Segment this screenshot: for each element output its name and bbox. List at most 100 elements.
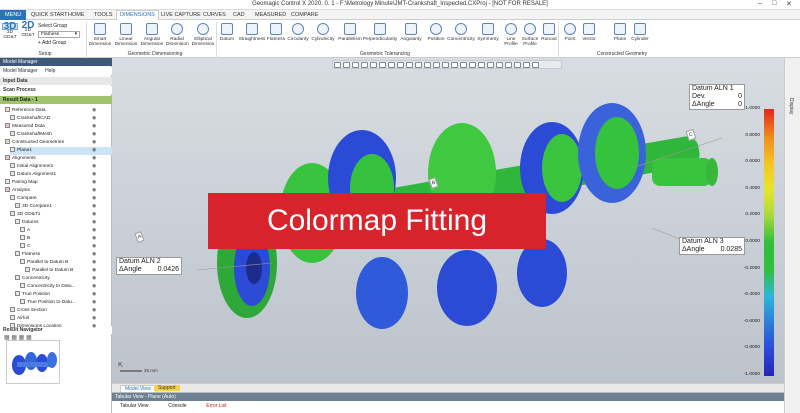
surface-profile-button[interactable]: Surface Profile (520, 23, 540, 47)
tree-item[interactable]: 3D Compare1 (15, 203, 52, 211)
result-data-section[interactable]: Result Data - 1 (0, 96, 112, 104)
tree-item[interactable]: Analysis (5, 187, 30, 195)
tree-item[interactable]: C (20, 243, 30, 251)
visibility-eye-icon[interactable]: ◉ (92, 299, 96, 305)
tree-item[interactable]: Constructed Geometries (5, 139, 64, 147)
minimize-icon[interactable]: – (758, 0, 762, 7)
runout-button[interactable]: Runout (540, 23, 558, 42)
datum-aln-2-callout[interactable]: Datum ALN 2 ΔAngle 0.0426 (116, 257, 182, 275)
visibility-eye-icon[interactable]: ◉ (92, 211, 96, 217)
tree-item[interactable]: Compare (10, 195, 37, 203)
plane-button[interactable]: Plane (612, 23, 628, 42)
tree-item[interactable]: Dimensions Location (10, 323, 62, 331)
angularity-button[interactable]: Angularity (398, 23, 424, 42)
tab-curves[interactable]: CURVES (200, 11, 229, 19)
concentricity-button[interactable]: Concentricity (446, 23, 476, 42)
tree-item[interactable]: Flatness (15, 251, 40, 259)
tab-console[interactable]: Console (164, 402, 190, 410)
visibility-eye-icon[interactable]: ◉ (92, 267, 96, 273)
linear-dimension-button[interactable]: Linear Dimension (114, 23, 138, 47)
cylinder-button[interactable]: Cylinder (630, 23, 650, 42)
tree-item[interactable]: 3D GD&T1 (10, 211, 40, 219)
visibility-eye-icon[interactable]: ◉ (92, 187, 96, 193)
tab-measured[interactable]: MEASURED (252, 11, 289, 19)
result-thumbnail[interactable] (6, 340, 60, 384)
visibility-eye-icon[interactable]: ◉ (92, 163, 96, 169)
visibility-eye-icon[interactable]: ◉ (92, 171, 96, 177)
visibility-eye-icon[interactable]: ◉ (92, 283, 96, 289)
smart-dimension-button[interactable]: Smart Dimension (88, 23, 112, 47)
tab-tools[interactable]: TOOLS (91, 11, 116, 19)
tab-home[interactable]: HOME (65, 11, 88, 19)
2d-gdt-button[interactable]: 2D 2D GD&T (20, 21, 36, 39)
vector-button[interactable]: Vector (580, 23, 598, 42)
tree-item[interactable]: A (20, 227, 30, 235)
display-panel-strip[interactable]: Display (784, 58, 800, 413)
visibility-eye-icon[interactable]: ◉ (92, 227, 96, 233)
close-icon[interactable]: ✕ (786, 0, 792, 8)
tab-compare[interactable]: COMPARE (288, 11, 321, 19)
visibility-eye-icon[interactable]: ◉ (92, 203, 96, 209)
symmetry-button[interactable]: Symmetry (476, 23, 500, 42)
visibility-eye-icon[interactable]: ◉ (92, 155, 96, 161)
tree-item[interactable]: Initial Alignment1 (10, 163, 53, 171)
tree-item[interactable]: Airfoil (10, 315, 29, 323)
scan-process-section[interactable]: Scan Process (0, 86, 112, 94)
cylindricity-button[interactable]: Cylindricity (310, 23, 336, 42)
input-data-section[interactable]: Input Data (0, 77, 112, 85)
tab-cad[interactable]: CAD (230, 11, 248, 19)
visibility-eye-icon[interactable]: ◉ (92, 315, 96, 321)
parallelism-button[interactable]: Parallelism (338, 23, 362, 42)
tree-item[interactable]: Plane1 (10, 147, 120, 155)
tree-item[interactable]: Parallel to Datum B (25, 267, 73, 275)
tree-item[interactable]: Datum Alignment1 (10, 171, 56, 179)
tree-item[interactable]: Reference Data (5, 107, 46, 115)
tree-item[interactable]: Parallel to Datum B (20, 259, 68, 267)
visibility-eye-icon[interactable]: ◉ (92, 219, 96, 225)
tab-live-capture[interactable]: LIVE CAPTURE (158, 11, 204, 19)
radial-dimension-button[interactable]: Radial Dimension (166, 23, 189, 47)
line-profile-button[interactable]: Line Profile (502, 23, 520, 47)
tree-item[interactable]: CrankshaftMesh (10, 131, 52, 139)
tree-item[interactable]: Concentricity to Datu... (20, 283, 76, 291)
tab-support[interactable]: Support (154, 385, 180, 391)
tree-item[interactable]: Datums (15, 219, 39, 227)
visibility-eye-icon[interactable]: ◉ (92, 115, 96, 121)
datum-button[interactable]: Datum (218, 23, 236, 42)
point-button[interactable]: Point (562, 23, 578, 42)
visibility-eye-icon[interactable]: ◉ (92, 235, 96, 241)
visibility-eye-icon[interactable]: ◉ (92, 147, 96, 153)
circularity-button[interactable]: Circularity (286, 23, 310, 42)
visibility-eye-icon[interactable]: ◉ (92, 131, 96, 137)
tree-item[interactable]: Cross Section (10, 307, 47, 315)
tree-item[interactable]: B (20, 235, 30, 243)
tree-item[interactable]: Concentricity (15, 275, 50, 283)
tree-item[interactable]: Alignments (5, 155, 36, 163)
help-tab[interactable]: Help (45, 68, 55, 74)
visibility-eye-icon[interactable]: ◉ (92, 179, 96, 185)
tree-item[interactable]: CrankshaftCAD (10, 115, 50, 123)
visibility-eye-icon[interactable]: ◉ (92, 251, 96, 257)
model-manager-tab[interactable]: Model Manager (3, 68, 38, 74)
tree-item[interactable]: Pairing Map (5, 179, 38, 187)
visibility-eye-icon[interactable]: ◉ (92, 107, 96, 113)
tab-tabular-view[interactable]: Tabular View (116, 402, 153, 410)
tree-item[interactable]: True Position (15, 291, 50, 299)
visibility-eye-icon[interactable]: ◉ (92, 259, 96, 265)
maximize-icon[interactable]: □ (772, 0, 776, 7)
visibility-eye-icon[interactable]: ◉ (92, 139, 96, 145)
visibility-eye-icon[interactable]: ◉ (92, 307, 96, 313)
tab-error-list[interactable]: Error List (202, 402, 230, 410)
visibility-eye-icon[interactable]: ◉ (92, 291, 96, 297)
visibility-eye-icon[interactable]: ◉ (92, 323, 96, 329)
visibility-eye-icon[interactable]: ◉ (92, 123, 96, 129)
add-group-button[interactable]: + Add Group (38, 40, 66, 46)
elliptical-dimension-button[interactable]: Elliptical Dimension (190, 23, 216, 47)
display-tab[interactable]: Display (788, 98, 794, 114)
colormap-legend[interactable] (764, 109, 774, 376)
perpendicularity-button[interactable]: Perpendicularity (362, 23, 398, 42)
tree-item[interactable]: True Position to Datu... (20, 299, 76, 307)
group-select[interactable]: Flatness ▾ (38, 31, 80, 38)
visibility-eye-icon[interactable]: ◉ (92, 195, 96, 201)
3d-gdt-button[interactable]: 3D 3D GD&T (2, 22, 18, 40)
